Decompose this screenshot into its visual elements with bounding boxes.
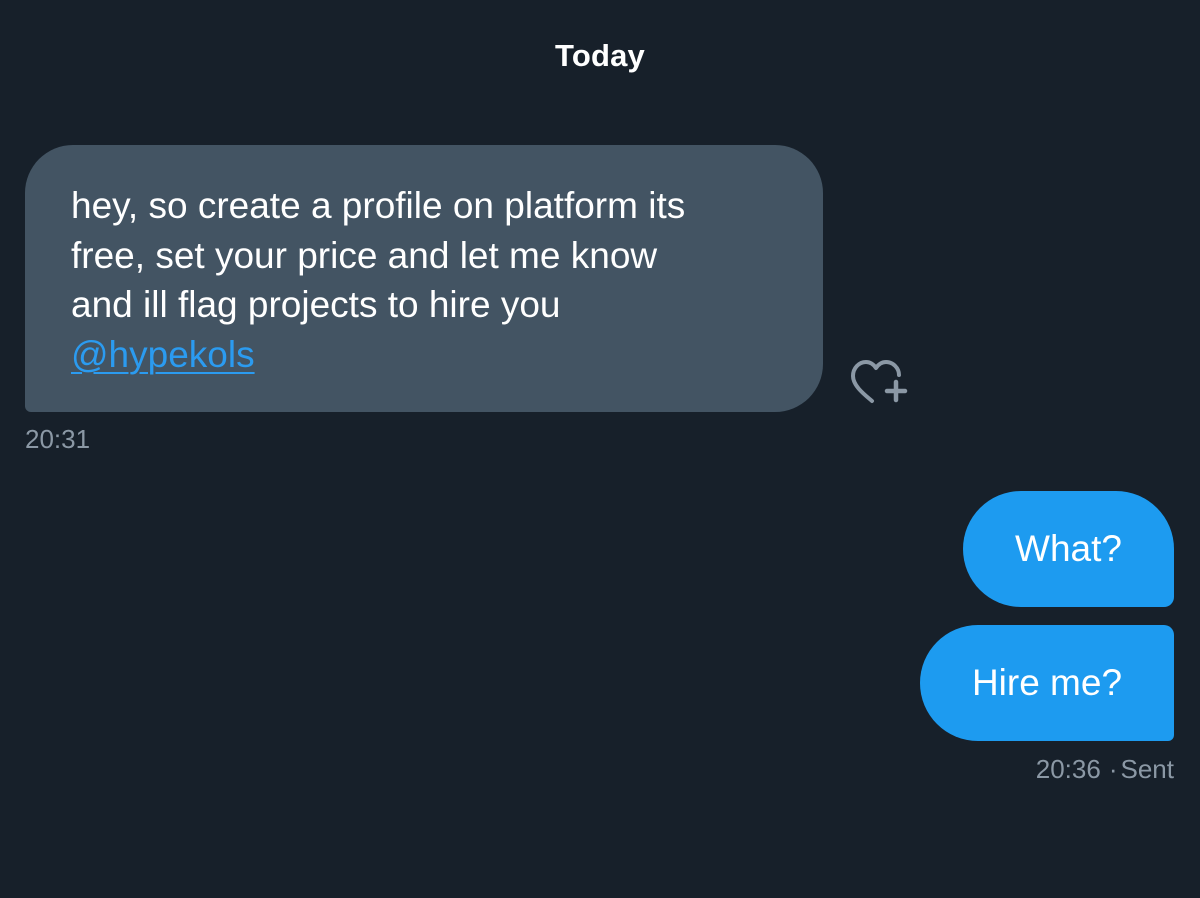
heart-plus-icon (851, 360, 908, 403)
message-timestamp: 20:36 (1035, 754, 1101, 784)
message-status: 20:36 · Sent (1036, 754, 1174, 785)
message-text: What? (1015, 528, 1122, 569)
outgoing-message-bubble[interactable]: Hire me? (920, 625, 1174, 741)
date-separator: Today (555, 38, 645, 73)
outgoing-message-bubble[interactable]: What? (963, 491, 1174, 607)
message-text: Hire me? (971, 662, 1123, 703)
message-line: free, set your price and let me know (71, 234, 658, 276)
message-timestamp: 20:31 (25, 424, 91, 454)
separator-dot: · (1108, 754, 1118, 784)
message-line: and ill flag projects to hire you (71, 284, 561, 325)
sent-status: Sent (1120, 754, 1175, 784)
incoming-message-bubble[interactable]: hey, so create a profile on platform its… (25, 145, 823, 412)
message-line: hey, so create a profile on platform its (71, 185, 686, 226)
add-reaction-button[interactable] (848, 352, 912, 410)
mention-link[interactable]: @hypekols (71, 334, 255, 375)
